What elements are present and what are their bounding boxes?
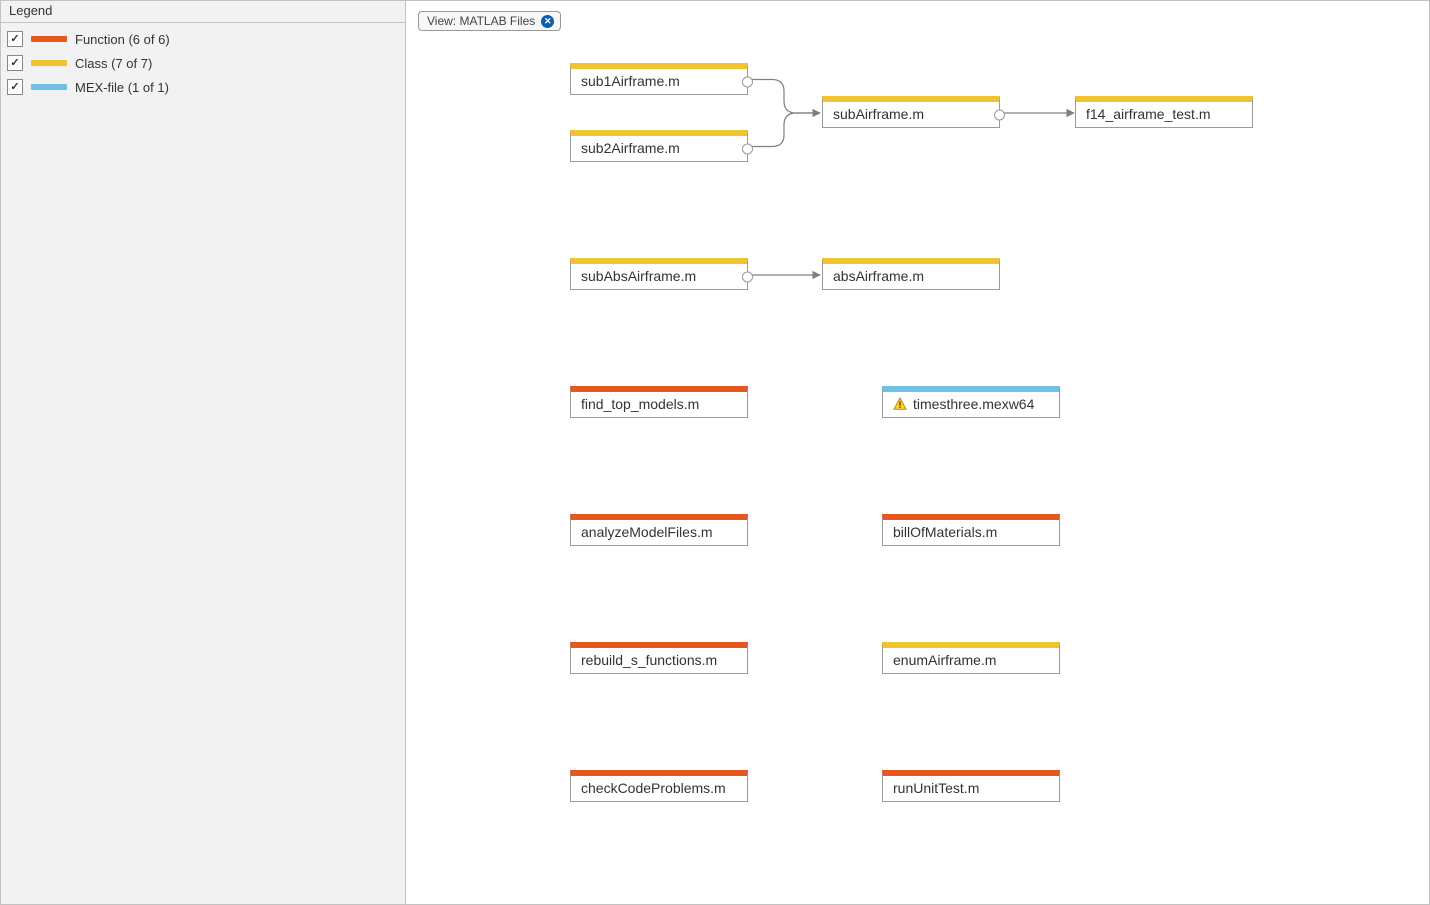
node-timesthree[interactable]: timesthree.mexw64	[882, 386, 1060, 418]
node-label: checkCodeProblems.m	[581, 780, 726, 796]
node-subabsairframe[interactable]: subAbsAirframe.m	[570, 258, 748, 290]
node-subairframe[interactable]: subAirframe.m	[822, 96, 1000, 128]
node-rebuild-s-functions[interactable]: rebuild_s_functions.m	[570, 642, 748, 674]
dependency-canvas[interactable]: View: MATLAB Files ✕ sub1Airframe.m	[406, 1, 1429, 904]
node-rununittest[interactable]: runUnitTest.m	[882, 770, 1060, 802]
node-label: find_top_models.m	[581, 396, 699, 412]
node-find-top-models[interactable]: find_top_models.m	[570, 386, 748, 418]
swatch-orange	[31, 36, 67, 42]
legend-label: Function (6 of 6)	[75, 32, 170, 47]
checkbox-icon[interactable]	[7, 79, 23, 95]
swatch-blue	[31, 84, 67, 90]
node-analyzemodelfiles[interactable]: analyzeModelFiles.m	[570, 514, 748, 546]
node-label: billOfMaterials.m	[893, 524, 997, 540]
legend-panel: Legend Function (6 of 6) Class (7 of 7) …	[1, 1, 406, 904]
node-enumairframe[interactable]: enumAirframe.m	[882, 642, 1060, 674]
node-sub2airframe[interactable]: sub2Airframe.m	[570, 130, 748, 162]
legend-label: Class (7 of 7)	[75, 56, 152, 71]
node-billofmaterials[interactable]: billOfMaterials.m	[882, 514, 1060, 546]
node-f14-airframe-test[interactable]: f14_airframe_test.m	[1075, 96, 1253, 128]
close-icon[interactable]: ✕	[541, 15, 554, 28]
view-filter-label: View: MATLAB Files	[427, 14, 535, 28]
output-port[interactable]	[742, 76, 753, 87]
node-label: analyzeModelFiles.m	[581, 524, 713, 540]
legend-list: Function (6 of 6) Class (7 of 7) MEX-fil…	[1, 23, 405, 103]
node-label: subAirframe.m	[833, 106, 924, 122]
node-label: runUnitTest.m	[893, 780, 979, 796]
output-port[interactable]	[994, 109, 1005, 120]
legend-title: Legend	[1, 1, 405, 23]
node-label: subAbsAirframe.m	[581, 268, 696, 284]
legend-item-mex[interactable]: MEX-file (1 of 1)	[7, 75, 399, 99]
node-label: absAirframe.m	[833, 268, 924, 284]
view-filter-chip[interactable]: View: MATLAB Files ✕	[418, 11, 561, 31]
node-label: f14_airframe_test.m	[1086, 106, 1211, 122]
checkbox-icon[interactable]	[7, 55, 23, 71]
node-label: sub1Airframe.m	[581, 73, 680, 89]
node-absairframe[interactable]: absAirframe.m	[822, 258, 1000, 290]
legend-item-class[interactable]: Class (7 of 7)	[7, 51, 399, 75]
node-label: enumAirframe.m	[893, 652, 996, 668]
legend-item-function[interactable]: Function (6 of 6)	[7, 27, 399, 51]
warning-icon	[893, 397, 907, 411]
swatch-yellow	[31, 60, 67, 66]
checkbox-icon[interactable]	[7, 31, 23, 47]
node-label: sub2Airframe.m	[581, 140, 680, 156]
legend-label: MEX-file (1 of 1)	[75, 80, 169, 95]
node-label: rebuild_s_functions.m	[581, 652, 717, 668]
output-port[interactable]	[742, 143, 753, 154]
output-port[interactable]	[742, 271, 753, 282]
node-sub1airframe[interactable]: sub1Airframe.m	[570, 63, 748, 95]
node-label: timesthree.mexw64	[913, 396, 1034, 412]
edges-layer	[406, 1, 1429, 904]
node-checkcodeproblems[interactable]: checkCodeProblems.m	[570, 770, 748, 802]
app-root: Legend Function (6 of 6) Class (7 of 7) …	[0, 0, 1430, 905]
